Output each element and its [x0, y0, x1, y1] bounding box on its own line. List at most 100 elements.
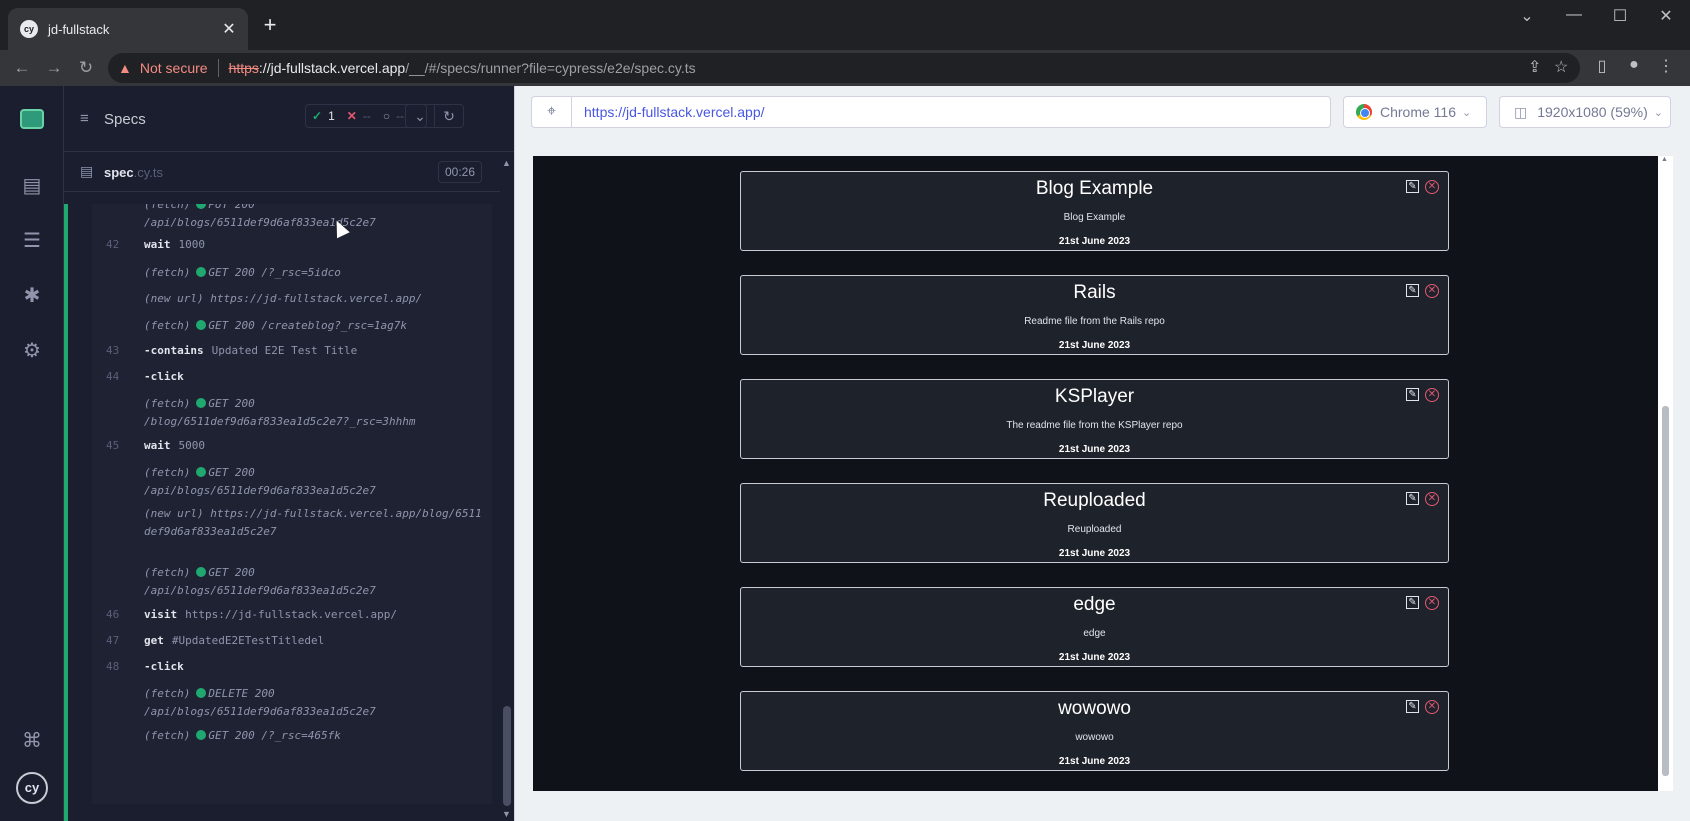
- back-button[interactable]: ←: [10, 56, 34, 80]
- close-tab-icon[interactable]: ✕: [220, 19, 238, 39]
- warning-icon: ▲: [118, 60, 132, 76]
- delete-icon[interactable]: ✕: [1425, 492, 1439, 506]
- project-logo-icon[interactable]: [20, 109, 44, 129]
- reporter-header: ≡ Specs ✓ 1 ✕ -- ○ -- ⌄ ↻: [64, 86, 514, 152]
- command-text: (fetch) PUT 200/api/blogs/6511def9d6af833…: [144, 204, 484, 232]
- command-text: (fetch) DELETE 200/api/blogs/6511def9d6af…: [144, 685, 484, 721]
- edit-icon[interactable]: ✎: [1406, 596, 1419, 609]
- runs-nav-icon[interactable]: ☰: [20, 229, 44, 253]
- edit-icon[interactable]: ✎: [1406, 180, 1419, 193]
- profile-avatar-icon[interactable]: ●: [1622, 56, 1646, 74]
- spec-name: spec: [104, 165, 134, 180]
- viewport-selector[interactable]: ◫ 1920x1080 (59%) ⌄: [1499, 96, 1671, 128]
- spec-file-name[interactable]: spec.cy.ts: [104, 165, 163, 180]
- status-dot-icon: [196, 688, 207, 698]
- request-path: /api/blogs/6511def9d6af833ea1d5c2e7: [144, 484, 376, 497]
- reload-button[interactable]: ↻: [74, 56, 98, 80]
- request-method: GET 200: [208, 397, 255, 410]
- keyboard-shortcuts-icon[interactable]: ⌘: [20, 729, 44, 753]
- chevron-down-icon: ⌄: [1462, 106, 1472, 119]
- app-scroll-thumb[interactable]: [1662, 406, 1669, 776]
- command-text: (new url) https://jd-fullstack.vercel.ap…: [144, 505, 484, 541]
- blog-title: Rails: [1073, 282, 1116, 303]
- delete-icon[interactable]: ✕: [1425, 180, 1439, 194]
- reporter-scrollbar[interactable]: ▲ ▼: [500, 152, 514, 821]
- specs-list-icon[interactable]: ≡: [80, 110, 89, 127]
- aut-url[interactable]: https://jd-fullstack.vercel.app/: [572, 104, 765, 120]
- blog-card[interactable]: Reuploaded Reuploaded 21st June 2023 ✎ ✕: [740, 483, 1449, 563]
- side-navigation: ▤ ☰ ✱ ⚙ ⌘ cy: [0, 86, 64, 821]
- new-tab-button[interactable]: +: [258, 14, 282, 38]
- scroll-down-icon[interactable]: ▼: [502, 809, 511, 819]
- command-text: -click: [144, 658, 484, 676]
- close-window-button[interactable]: ✕: [1651, 6, 1681, 30]
- blog-card[interactable]: edge edge 21st June 2023 ✎ ✕: [740, 587, 1449, 667]
- debug-bug-icon[interactable]: ✱: [20, 284, 44, 308]
- share-icon[interactable]: ⇪: [1528, 57, 1541, 77]
- event-label: (fetch): [144, 566, 191, 579]
- command-text: visit https://jd-fullstack.vercel.app/: [144, 606, 484, 624]
- command-list: (fetch) PUT 200/api/blogs/6511def9d6af833…: [92, 204, 492, 804]
- command-arg: 5000: [178, 439, 206, 452]
- blog-card[interactable]: KSPlayer The readme file from the KSPlaye…: [740, 379, 1449, 459]
- delete-icon[interactable]: ✕: [1425, 284, 1439, 298]
- scroll-thumb[interactable]: [503, 706, 511, 806]
- command-text: (fetch) GET 200 /createblog?_rsc=1ag7k: [144, 317, 484, 335]
- tab-search-icon[interactable]: ⌄: [1512, 6, 1542, 30]
- blog-title: Reuploaded: [1043, 490, 1146, 511]
- delete-icon[interactable]: ✕: [1425, 596, 1439, 610]
- collapse-all-button[interactable]: ⌄: [405, 104, 435, 128]
- command-text: (fetch) GET 200 /?_rsc=5idco: [144, 264, 484, 282]
- specs-nav-icon[interactable]: ▤: [20, 174, 44, 198]
- request-path: /api/blogs/6511def9d6af833ea1d5c2e7: [144, 584, 376, 597]
- event-label: (fetch): [144, 266, 191, 279]
- aut-url-bar: ⌖ https://jd-fullstack.vercel.app/: [531, 96, 1331, 128]
- command-text: (fetch) GET 200/blog/6511def9d6af833ea1d5…: [144, 395, 484, 431]
- command-text: (fetch) GET 200/api/blogs/6511def9d6af833…: [144, 564, 484, 600]
- scroll-up-icon[interactable]: ▲: [1661, 156, 1668, 163]
- chevron-down-icon: ⌄: [1653, 106, 1663, 119]
- spec-duration: 00:26: [438, 161, 483, 183]
- chrome-logo-icon: [1356, 104, 1372, 120]
- blog-card[interactable]: Rails Readme file from the Rails repo 21st…: [740, 275, 1449, 355]
- rerun-button[interactable]: ↻: [434, 104, 464, 128]
- delete-icon[interactable]: ✕: [1425, 388, 1439, 402]
- blog-title: wowowo: [1058, 698, 1131, 719]
- command-text: (fetch) GET 200 /?_rsc=465fk: [144, 727, 484, 745]
- browser-menu-icon[interactable]: ⋮: [1654, 56, 1678, 76]
- app-scrollbar[interactable]: ▲: [1658, 156, 1673, 791]
- command-text: (fetch) GET 200/api/blogs/6511def9d6af833…: [144, 464, 484, 500]
- pending-value: --: [396, 109, 405, 123]
- blog-card[interactable]: Blog Example Blog Example 21st June 2023 ✎ ✕: [740, 171, 1449, 251]
- event-label: (new url): [144, 507, 204, 520]
- blog-card[interactable]: wowowo wowowo 21st June 2023 ✎ ✕: [740, 691, 1449, 771]
- address-bar[interactable]: ▲ Not secure https ://jd-fullstack.verce…: [108, 53, 1580, 83]
- request-method: DELETE 200: [208, 687, 275, 700]
- scroll-up-icon[interactable]: ▲: [502, 158, 511, 168]
- edit-icon[interactable]: ✎: [1406, 700, 1419, 713]
- edit-icon[interactable]: ✎: [1406, 388, 1419, 401]
- browser-toolbar: ← → ↻ ▲ Not secure https ://jd-fullstack…: [0, 50, 1690, 86]
- side-panel-icon[interactable]: ▯: [1590, 56, 1614, 76]
- cypress-logo-icon[interactable]: cy: [16, 772, 48, 804]
- blog-title: KSPlayer: [1054, 386, 1135, 407]
- specs-toggle-label[interactable]: Specs: [104, 111, 146, 128]
- blog-date: 21st June 2023: [1058, 236, 1131, 247]
- edit-icon[interactable]: ✎: [1406, 284, 1419, 297]
- delete-icon[interactable]: ✕: [1425, 700, 1439, 714]
- command-text: (new url) https://jd-fullstack.vercel.ap…: [144, 290, 484, 308]
- spec-file-row: ▤ spec.cy.ts 00:26: [64, 152, 514, 192]
- selector-playground-crosshair-icon[interactable]: ⌖: [532, 97, 572, 127]
- edit-icon[interactable]: ✎: [1406, 492, 1419, 505]
- command-name: -click: [144, 660, 184, 673]
- maximize-button[interactable]: ☐: [1605, 6, 1635, 30]
- blog-description: edge: [1083, 628, 1106, 639]
- settings-gear-icon[interactable]: ⚙: [20, 339, 44, 363]
- bookmark-star-icon[interactable]: ☆: [1554, 57, 1568, 77]
- forward-button[interactable]: →: [42, 56, 66, 80]
- browser-tab[interactable]: cy jd-fullstack ✕: [8, 8, 248, 50]
- minimize-button[interactable]: —: [1559, 6, 1589, 30]
- not-secure-label[interactable]: Not secure: [140, 60, 208, 76]
- command-arg: Updated E2E Test Title: [211, 344, 358, 357]
- browser-selector[interactable]: Chrome 116 ⌄: [1343, 96, 1487, 128]
